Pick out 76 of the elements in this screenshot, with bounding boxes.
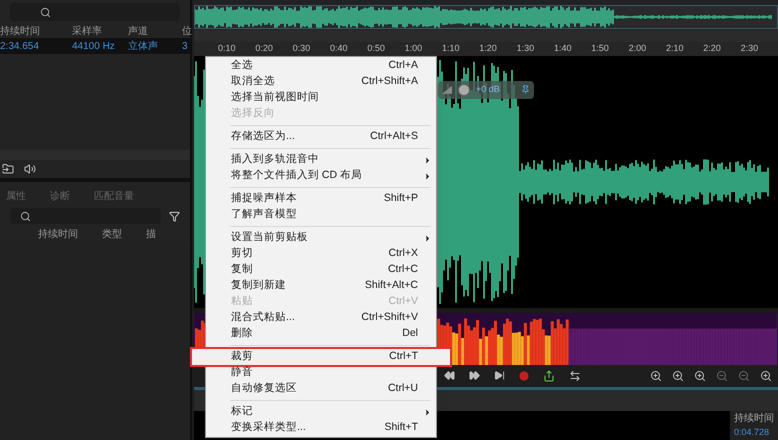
column-header[interactable]: 采样率 xyxy=(72,24,128,38)
column-header[interactable]: 声道 xyxy=(128,24,182,38)
menu-item[interactable]: 复制到新建 Shift+Alt+C xyxy=(206,278,436,294)
skip-forward-button[interactable] xyxy=(494,370,505,382)
table-cell-text: 44100 Hz xyxy=(72,40,116,54)
duration-value: 0:04.728 xyxy=(734,426,770,440)
speaker-icon[interactable] xyxy=(24,163,36,175)
menu-item[interactable]: 存储选区为... Ctrl+Alt+S xyxy=(206,129,436,145)
menu-item[interactable]: 捕捉噪声样本 Shift+P xyxy=(206,191,436,207)
column-header[interactable]: 描 xyxy=(146,226,156,242)
menu-item[interactable]: 设置当前剪贴板 xyxy=(206,230,436,246)
column-header[interactable]: 持续时间 xyxy=(0,24,72,38)
menu-item[interactable]: 变换采样类型... Shift+T xyxy=(206,420,436,436)
ruler-label: 0:50 xyxy=(367,42,386,56)
ruler-label: 0:10 xyxy=(218,42,237,56)
skip-selection-button[interactable] xyxy=(569,370,581,382)
submenu-arrow-icon xyxy=(423,234,432,242)
menu-item[interactable]: 选择当前视图时间 xyxy=(206,90,436,106)
menu-item[interactable]: 标记 xyxy=(206,404,436,420)
ruler-label: 1:40 xyxy=(554,42,572,56)
column-header[interactable]: 持续时间 xyxy=(38,226,78,242)
table-cell-text: 立体声 xyxy=(128,40,159,54)
menu-item[interactable]: 全选 Ctrl+A xyxy=(206,58,436,74)
rewind-button[interactable] xyxy=(444,370,455,382)
column-header[interactable]: 位 xyxy=(182,24,192,38)
ruler-label: 0:20 xyxy=(255,42,274,56)
ruler-label: 1:30 xyxy=(516,42,536,56)
zoom-in-button[interactable] xyxy=(694,370,706,382)
scrollbar-track[interactable] xyxy=(194,30,778,42)
ruler-label: 2:30 xyxy=(740,42,760,56)
column-header[interactable]: 类型 xyxy=(102,226,122,242)
menu-item[interactable]: 自动修复选区 Ctrl+U xyxy=(206,381,436,397)
fast-forward-button[interactable] xyxy=(469,370,480,382)
menu-item[interactable]: 裁剪 Ctrl+T xyxy=(192,349,450,365)
zoom-in-button[interactable] xyxy=(760,370,772,382)
ruler-label: 2:20 xyxy=(703,42,722,56)
level-icon xyxy=(442,86,452,94)
table-cell-text: 2:34.654 xyxy=(0,40,40,54)
record-button[interactable] xyxy=(519,370,529,381)
submenu-arrow-icon xyxy=(423,408,432,416)
pin-icon[interactable] xyxy=(521,85,530,94)
ruler-label: 1:00 xyxy=(404,42,424,56)
menu-item[interactable]: 复制 Ctrl+C xyxy=(206,262,436,278)
search-field[interactable] xyxy=(10,208,161,224)
ruler-label: 0:40 xyxy=(330,42,349,56)
ruler-label: 0:30 xyxy=(292,42,312,56)
filter-icon[interactable] xyxy=(169,210,180,222)
menu-item[interactable]: 混合式粘贴... Ctrl+Shift+V xyxy=(206,310,436,326)
ruler-label: 1:50 xyxy=(591,42,610,56)
menu-item[interactable]: 取消全选 Ctrl+Shift+A xyxy=(206,74,436,90)
menu-item[interactable]: 了解声音模型 xyxy=(206,207,436,223)
file-row[interactable]: 2:34.654 44100 Hz 立体声 3 xyxy=(0,38,190,54)
zoom-out-button[interactable] xyxy=(716,370,728,382)
ruler-label: 2:00 xyxy=(628,42,648,56)
zoom-in-button[interactable] xyxy=(672,370,684,382)
ruler-label: 1:10 xyxy=(442,42,460,56)
search-icon xyxy=(20,210,31,222)
search-icon xyxy=(40,6,51,18)
export-button[interactable] xyxy=(543,370,555,382)
menu-item[interactable]: 剪切 Ctrl+X xyxy=(206,246,436,262)
knob-icon[interactable] xyxy=(458,84,470,96)
scrollbar-track[interactable] xyxy=(0,150,190,160)
time-ruler[interactable]: 0:10 0:20 0:30 0:40 0:50 1:00 1:10 1:20 1:30 1:40 1:50 2:00 2:10 2:20 2:30 xyxy=(194,42,778,56)
menu-item[interactable]: 静音 xyxy=(206,365,436,381)
zoom-in-button[interactable] xyxy=(650,370,662,382)
ruler-label: 1:20 xyxy=(479,42,498,56)
menu-item[interactable]: 插入到多轨混音中 xyxy=(206,152,436,168)
gain-readout: +0 dB xyxy=(476,83,500,96)
search-field[interactable] xyxy=(10,3,180,21)
ruler-label: 2:10 xyxy=(666,42,684,56)
table-cell-text: 3 xyxy=(182,40,189,54)
zoom-out-button[interactable] xyxy=(738,370,750,382)
menu-item[interactable]: 删除 Del xyxy=(206,326,436,342)
duration-label: 持续时间 xyxy=(734,412,774,426)
insert-icon[interactable] xyxy=(2,163,14,175)
menu-item[interactable]: 将整个文件插入到 CD 布局 xyxy=(206,168,436,184)
